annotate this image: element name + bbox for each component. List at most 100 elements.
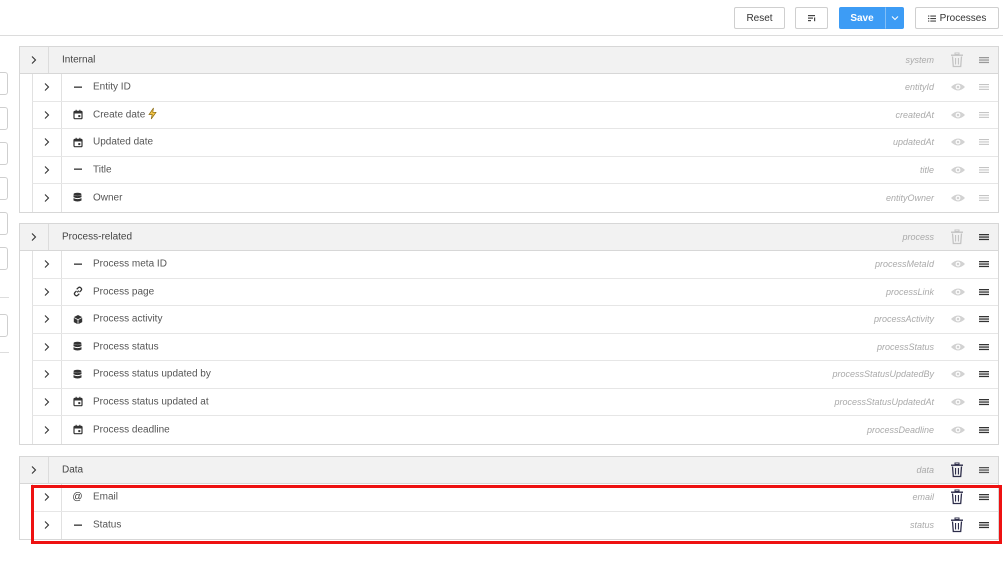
- drag-handle-icon[interactable]: [979, 288, 989, 295]
- field-row[interactable]: Updated date updatedAt: [32, 129, 998, 157]
- field-label-text: Process activity: [93, 313, 163, 325]
- chevron-right-icon[interactable]: [43, 193, 51, 203]
- chevron-right-icon[interactable]: [43, 165, 51, 175]
- field-row[interactable]: @ Email email: [32, 484, 998, 512]
- field-label-text: Create date: [93, 109, 146, 121]
- chevron-right-icon[interactable]: [43, 314, 51, 324]
- field-label: Email: [93, 492, 118, 503]
- group-header[interactable]: Process-related process: [20, 224, 998, 251]
- field-label-text: Updated date: [93, 136, 154, 148]
- chevron-right-icon[interactable]: [43, 342, 51, 352]
- column-divider: [48, 457, 49, 483]
- chevron-right-icon[interactable]: [30, 465, 38, 475]
- column-divider: [61, 416, 62, 444]
- drag-handle-icon[interactable]: [979, 494, 989, 501]
- field-label-text: Process status updated by: [93, 368, 211, 380]
- side-field[interactable]: [0, 107, 8, 130]
- field-row[interactable]: Process page processLink: [32, 278, 998, 306]
- side-field[interactable]: [0, 314, 8, 337]
- drag-handle-icon[interactable]: [979, 166, 989, 173]
- drag-handle-icon[interactable]: [979, 234, 989, 241]
- field-row[interactable]: Process status updated by processStatusU…: [32, 361, 998, 389]
- trash-icon[interactable]: [950, 517, 964, 533]
- drag-handle-icon[interactable]: [979, 84, 989, 91]
- drag-handle-icon[interactable]: [979, 111, 989, 118]
- side-field[interactable]: [0, 142, 8, 165]
- field-label: Process page: [93, 286, 154, 297]
- cube-icon: [72, 314, 83, 325]
- chevron-right-icon[interactable]: [43, 492, 51, 502]
- group-process-related: Process-related process Process meta ID …: [19, 223, 999, 445]
- side-field[interactable]: [0, 177, 8, 200]
- column-divider: [61, 184, 62, 212]
- group-internal: Internal system Entity ID entityId Creat…: [19, 46, 999, 213]
- group-header[interactable]: Data data: [20, 457, 998, 484]
- chevron-right-icon[interactable]: [43, 520, 51, 530]
- calendar-icon: [72, 424, 83, 435]
- drag-handle-icon[interactable]: [979, 522, 989, 529]
- calendar-icon: [72, 109, 83, 120]
- eye-icon: [950, 397, 966, 407]
- side-field[interactable]: [0, 247, 8, 270]
- field-row[interactable]: Title title: [32, 156, 998, 184]
- drag-handle-icon[interactable]: [979, 57, 989, 64]
- field-key: processLink: [885, 286, 934, 297]
- trash-icon[interactable]: [950, 489, 964, 505]
- drag-handle-icon[interactable]: [979, 371, 989, 378]
- field-row[interactable]: Process status processStatus: [32, 333, 998, 361]
- save-options-button[interactable]: [885, 7, 904, 29]
- dash-icon: [72, 520, 83, 531]
- field-key: entityId: [904, 82, 934, 93]
- drag-handle-icon[interactable]: [979, 261, 989, 268]
- chevron-right-icon[interactable]: [43, 137, 51, 147]
- drag-handle-icon[interactable]: [979, 426, 989, 433]
- group-header[interactable]: Internal system: [20, 47, 998, 74]
- field-key: entityOwner: [885, 192, 934, 203]
- at-icon: @: [72, 491, 83, 503]
- chevron-right-icon[interactable]: [43, 287, 51, 297]
- column-divider: [61, 156, 62, 183]
- sort-button[interactable]: [795, 7, 828, 29]
- chevron-right-icon[interactable]: [43, 259, 51, 269]
- field-row[interactable]: Process meta ID processMetaId: [32, 251, 998, 279]
- chevron-right-icon[interactable]: [30, 55, 38, 65]
- database-icon: [72, 192, 83, 203]
- chevron-right-icon[interactable]: [43, 369, 51, 379]
- reset-button[interactable]: Reset: [734, 7, 785, 29]
- save-button[interactable]: Save: [839, 7, 885, 29]
- field-row[interactable]: Entity ID entityId: [32, 74, 998, 102]
- field-row[interactable]: Owner entityOwner: [32, 184, 998, 212]
- side-field[interactable]: [0, 72, 8, 95]
- group-label: Internal: [62, 54, 96, 66]
- field-row[interactable]: Process status updated at processStatusU…: [32, 388, 998, 416]
- drag-handle-icon[interactable]: [979, 343, 989, 350]
- eye-icon: [950, 165, 966, 175]
- processes-button[interactable]: Processes: [915, 7, 999, 29]
- column-divider: [61, 101, 62, 128]
- group-data: Data data @ Email email Status status: [19, 456, 999, 540]
- field-row[interactable]: Status status: [32, 511, 998, 539]
- chevron-right-icon[interactable]: [43, 110, 51, 120]
- drag-handle-icon[interactable]: [979, 139, 989, 146]
- field-label: Process deadline: [93, 424, 170, 435]
- drag-handle-icon[interactable]: [979, 398, 989, 405]
- field-label-text: Process status: [93, 341, 159, 353]
- field-row[interactable]: Process deadline processDeadline: [32, 416, 998, 444]
- eye-icon: [950, 314, 966, 324]
- field-row[interactable]: Create date createdAt: [32, 101, 998, 129]
- field-key: title: [919, 164, 934, 175]
- field-row[interactable]: Process activity processActivity: [32, 306, 998, 334]
- field-key: createdAt: [895, 109, 934, 120]
- drag-handle-icon[interactable]: [979, 316, 989, 323]
- trash-icon[interactable]: [950, 462, 964, 478]
- drag-handle-icon[interactable]: [979, 194, 989, 201]
- chevron-right-icon[interactable]: [43, 425, 51, 435]
- chevron-right-icon[interactable]: [30, 232, 38, 242]
- column-divider: [61, 251, 62, 278]
- drag-handle-icon[interactable]: [979, 467, 989, 474]
- chevron-right-icon[interactable]: [43, 82, 51, 92]
- chevron-right-icon[interactable]: [43, 397, 51, 407]
- side-field[interactable]: [0, 212, 8, 235]
- field-label: Process status updated at: [93, 396, 209, 407]
- field-label-text: Process meta ID: [93, 258, 167, 270]
